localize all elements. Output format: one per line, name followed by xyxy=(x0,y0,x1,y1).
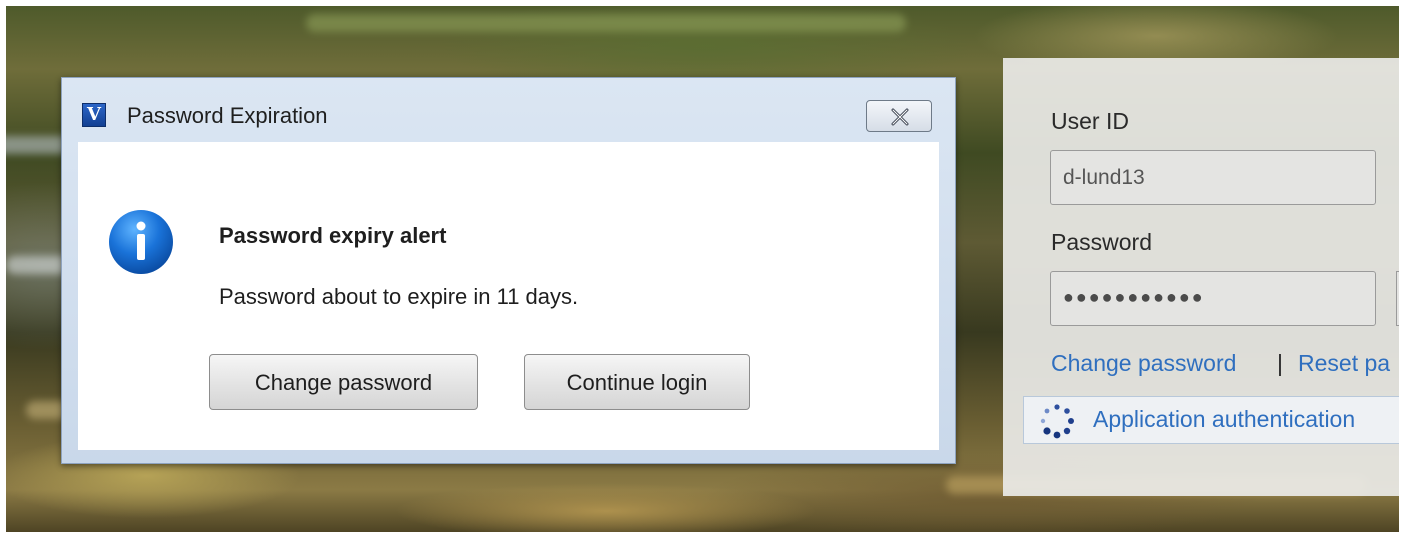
password-label: Password xyxy=(1051,229,1152,255)
reset-password-link[interactable]: Reset pa xyxy=(1298,350,1390,377)
login-panel: User ID Password ●●●●●●●●●●● Change pass… xyxy=(1003,58,1399,496)
alert-message: Password about to expire in 11 days. xyxy=(219,284,579,309)
auth-status-text: Application authentication xyxy=(1093,406,1356,432)
close-icon xyxy=(891,108,909,126)
auth-status-bar: Application authentication xyxy=(1023,396,1399,444)
dialog-title: Password Expiration xyxy=(127,103,328,128)
password-expiration-dialog: V Password Expiration Password expiry al… xyxy=(61,77,956,464)
dialog-titlebar[interactable]: V Password Expiration xyxy=(62,78,955,142)
loading-spinner-icon xyxy=(1040,404,1074,439)
password-input[interactable] xyxy=(1050,271,1376,326)
password-side-button[interactable] xyxy=(1396,271,1399,326)
change-password-link[interactable]: Change password xyxy=(1051,350,1236,377)
app-logo-icon: V xyxy=(82,103,106,127)
change-password-button[interactable]: Change password xyxy=(209,354,478,410)
alert-heading: Password expiry alert xyxy=(219,223,447,248)
close-button[interactable] xyxy=(866,100,932,132)
link-separator: | xyxy=(1277,350,1283,376)
continue-login-button[interactable]: Continue login xyxy=(524,354,750,410)
user-id-input[interactable] xyxy=(1050,150,1376,205)
info-icon xyxy=(109,210,173,274)
dialog-content: Password expiry alert Password about to … xyxy=(78,142,939,450)
user-id-label: User ID xyxy=(1051,108,1129,134)
